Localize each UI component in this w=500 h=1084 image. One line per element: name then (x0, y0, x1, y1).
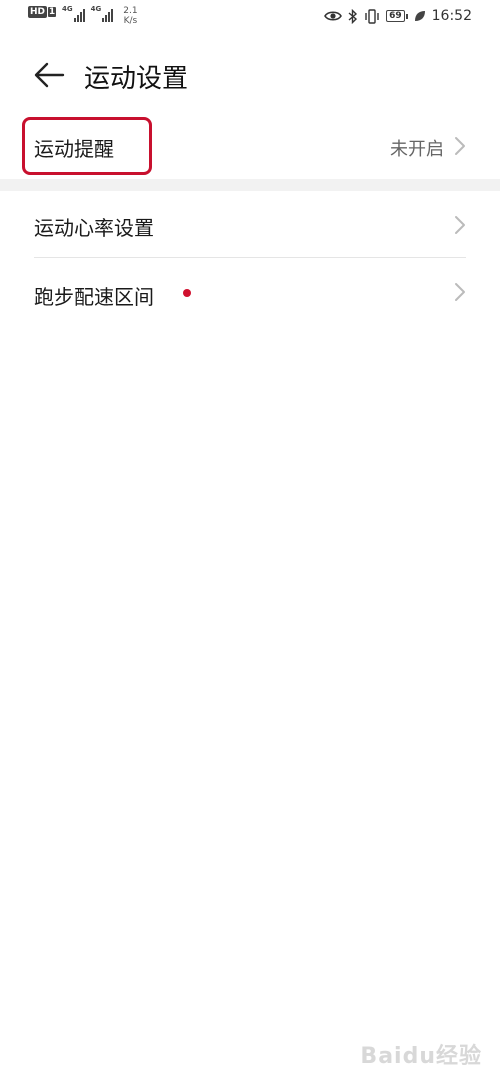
network-speed-value: 2.1 (123, 6, 138, 16)
settings-row-heart-rate[interactable]: 运动心率设置 (0, 193, 500, 257)
sim1-network-label: 4G (62, 5, 73, 13)
eye-comfort-icon (324, 11, 343, 21)
phone-screen: HD 1 4G 4G 2.1 K/s 69 16:52 运动设置 运动提醒 未开… (0, 0, 500, 1084)
new-badge-dot (183, 289, 191, 297)
battery-icon: 69 (386, 10, 408, 22)
bluetooth-icon (348, 8, 358, 24)
chevron-right-icon (455, 216, 465, 234)
row-label: 运动提醒 (34, 137, 114, 161)
hd-voice-icon: HD 1 (28, 6, 57, 18)
sim2-network-label: 4G (90, 5, 102, 13)
signal-sim2-icon: 4G (91, 6, 114, 22)
chevron-right-icon (455, 283, 465, 301)
row-divider (34, 257, 466, 258)
status-bar: HD 1 4G 4G 2.1 K/s 69 16:52 (0, 0, 500, 36)
row-label: 运动心率设置 (34, 216, 154, 240)
section-separator (0, 179, 500, 191)
status-right: 69 16:52 (324, 8, 472, 24)
watermark-logo: Baidu经验 (360, 1044, 482, 1069)
settings-row-exercise-reminder[interactable]: 运动提醒 未开启 (0, 113, 500, 177)
vibrate-icon (365, 8, 379, 24)
network-speed: 2.1 K/s (123, 6, 137, 26)
battery-level: 69 (386, 10, 405, 22)
clock: 16:52 (431, 8, 472, 24)
hd-label: HD (28, 6, 48, 18)
app-header: 运动设置 (0, 52, 500, 100)
row-value: 未开启 (390, 139, 444, 160)
settings-row-running-pace[interactable]: 跑步配速区间 (0, 259, 500, 323)
page-title: 运动设置 (84, 64, 189, 94)
sim-label: 1 (48, 7, 57, 17)
signal-sim1-icon: 4G (62, 6, 85, 22)
power-saving-leaf-icon (414, 11, 425, 21)
network-speed-unit: K/s (123, 16, 138, 26)
chevron-right-icon (455, 137, 465, 155)
status-left: HD 1 4G 4G 2.1 K/s (28, 6, 138, 26)
row-label: 跑步配速区间 (34, 285, 154, 309)
back-arrow-icon[interactable] (33, 60, 67, 90)
